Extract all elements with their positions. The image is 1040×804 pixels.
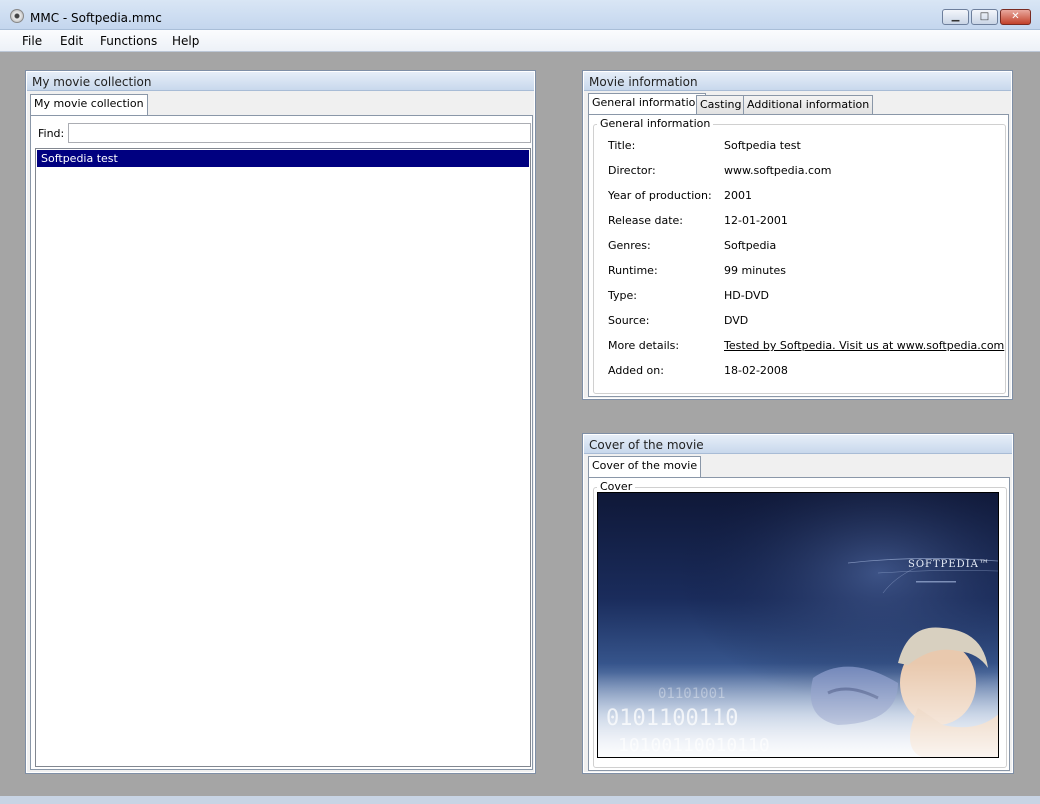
type-value: HD-DVD [724,289,769,302]
menu-help[interactable]: Help [168,33,203,49]
collection-panel: My movie collection My movie collection … [25,70,536,774]
tab-general-information[interactable]: General information [588,93,707,115]
added-on-value: 18-02-2008 [724,364,788,377]
year-value: 2001 [724,189,752,202]
release-date-value: 12-01-2001 [724,214,788,227]
window-bottom-border [0,796,1040,804]
collection-panel-title: My movie collection [27,72,534,91]
cover-panel-title: Cover of the movie [584,435,1012,454]
window-title: MMC - Softpedia.mmc [30,11,162,25]
window-titlebar[interactable]: MMC - Softpedia.mmc ▁ □ ✕ [0,0,1040,30]
type-label: Type: [608,289,637,302]
maximize-button[interactable]: □ [971,9,998,25]
tab-my-movie-collection[interactable]: My movie collection [30,94,148,116]
general-info-group-title: General information [597,117,714,130]
list-item[interactable]: Softpedia test [37,150,529,167]
tab-additional-information[interactable]: Additional information [743,95,874,114]
movie-info-panel: Movie information General information Ca… [582,70,1013,400]
movie-info-panel-title: Movie information [584,72,1011,91]
title-label: Title: [608,139,636,152]
minimize-button[interactable]: ▁ [942,9,969,25]
close-button[interactable]: ✕ [1000,9,1031,25]
genres-label: Genres: [608,239,651,252]
director-label: Director: [608,164,656,177]
tab-cover-of-the-movie[interactable]: Cover of the movie [588,456,702,478]
more-details-label: More details: [608,339,680,352]
app-disc-icon [10,9,24,23]
svg-text:0101100110: 0101100110 [606,706,738,731]
menu-edit[interactable]: Edit [56,33,87,49]
cover-logo-text: SOFTPEDIA™ [908,559,990,570]
cover-artwork: SOFTPEDIA™ 0101100110 10100110010110 011… [598,493,998,757]
added-on-label: Added on: [608,364,664,377]
general-info-tabpage: General information Title: Softpedia tes… [588,114,1009,397]
release-date-label: Release date: [608,214,683,227]
source-label: Source: [608,314,650,327]
menu-file[interactable]: File [18,33,46,49]
director-value: www.softpedia.com [724,164,832,177]
find-input[interactable] [68,123,531,143]
source-value: DVD [724,314,749,327]
more-details-link[interactable]: Tested by Softpedia. Visit us at www.sof… [724,339,1004,352]
genres-value: Softpedia [724,239,777,252]
year-label: Year of production: [608,189,712,202]
runtime-label: Runtime: [608,264,658,277]
find-label: Find: [38,127,65,140]
movie-list[interactable]: Softpedia test [35,148,531,767]
title-value: Softpedia test [724,139,801,152]
svg-text:10100110010110: 10100110010110 [618,735,770,756]
menu-functions[interactable]: Functions [96,33,161,49]
svg-text:01101001: 01101001 [658,686,725,702]
menu-bar: File Edit Functions Help [0,30,1040,52]
tab-casting[interactable]: Casting [696,95,746,114]
collection-tabpage: Find: Softpedia test [30,115,533,770]
runtime-value: 99 minutes [724,264,787,277]
movie-cover-image: SOFTPEDIA™ 0101100110 10100110010110 011… [597,492,999,758]
